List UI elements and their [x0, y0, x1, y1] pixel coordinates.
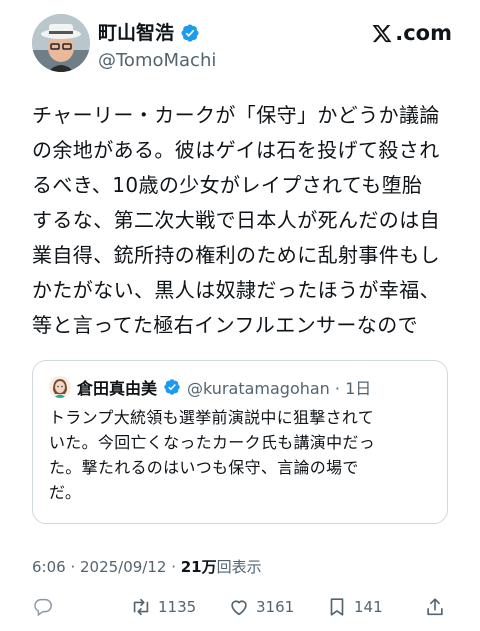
bookmark-count: 141 [354, 598, 383, 616]
author-avatar-image [32, 14, 90, 72]
views-label: 回表示 [216, 558, 262, 576]
quoted-author-avatar [49, 376, 71, 398]
verified-badge-icon [181, 24, 199, 42]
quoted-author-name: 倉田真由美 [77, 379, 158, 398]
retweet-icon [133, 598, 149, 616]
x-logo-icon [372, 24, 392, 42]
author-display-name[interactable]: 町山智浩 [98, 22, 174, 44]
author-avatar[interactable] [32, 14, 90, 72]
like-count: 3161 [256, 598, 295, 616]
brand-label: .com [371, 20, 452, 46]
quoted-author-handle-date: @kuratamagohan · 1日 [187, 379, 372, 398]
views-count: 21万 [180, 558, 217, 576]
bookmark-button[interactable]: 141 [326, 596, 383, 618]
quoted-author-avatar-image [49, 376, 71, 398]
share-icon [427, 598, 443, 616]
quoted-verified-badge-icon [164, 379, 180, 395]
reply-icon [34, 598, 52, 617]
tweet-header: 町山智浩 @TomoMachi .com [32, 14, 452, 76]
quoted-tweet-header: 倉田真由美 @kuratamagohan · 1日 [49, 375, 371, 399]
quoted-tweet-text: トランプ大統領も選挙前演説中に狙撃されて いた。今回亡くなったカーク氏も講演中だ… [49, 408, 376, 502]
share-button[interactable] [424, 596, 446, 618]
retweet-count: 1135 [158, 598, 197, 616]
brand-domain-text: .com [395, 21, 452, 45]
heart-icon [231, 600, 247, 616]
quoted-tweet[interactable]: 倉田真由美 @kuratamagohan · 1日 トランプ大統領も選挙前演説中… [32, 360, 448, 524]
tweet-timestamp[interactable]: 6:06 · 2025/09/12 · [32, 558, 181, 576]
tweet-meta: 6:06 · 2025/09/12 · 21万回表示 [32, 556, 262, 577]
author-name-row: 町山智浩 [98, 22, 200, 44]
retweet-button[interactable]: 1135 [130, 596, 196, 618]
like-button[interactable]: 3161 [228, 596, 294, 618]
tweet-text: チャーリー・カークが「保守」かどうか議論 の余地がある。彼はゲイは石を投げて殺さ… [32, 103, 440, 337]
bookmark-icon [330, 598, 344, 616]
reply-button[interactable] [32, 596, 60, 618]
author-handle[interactable]: @TomoMachi [98, 50, 216, 72]
tweet-actions-bar: 1135 3161 141 [32, 596, 452, 624]
